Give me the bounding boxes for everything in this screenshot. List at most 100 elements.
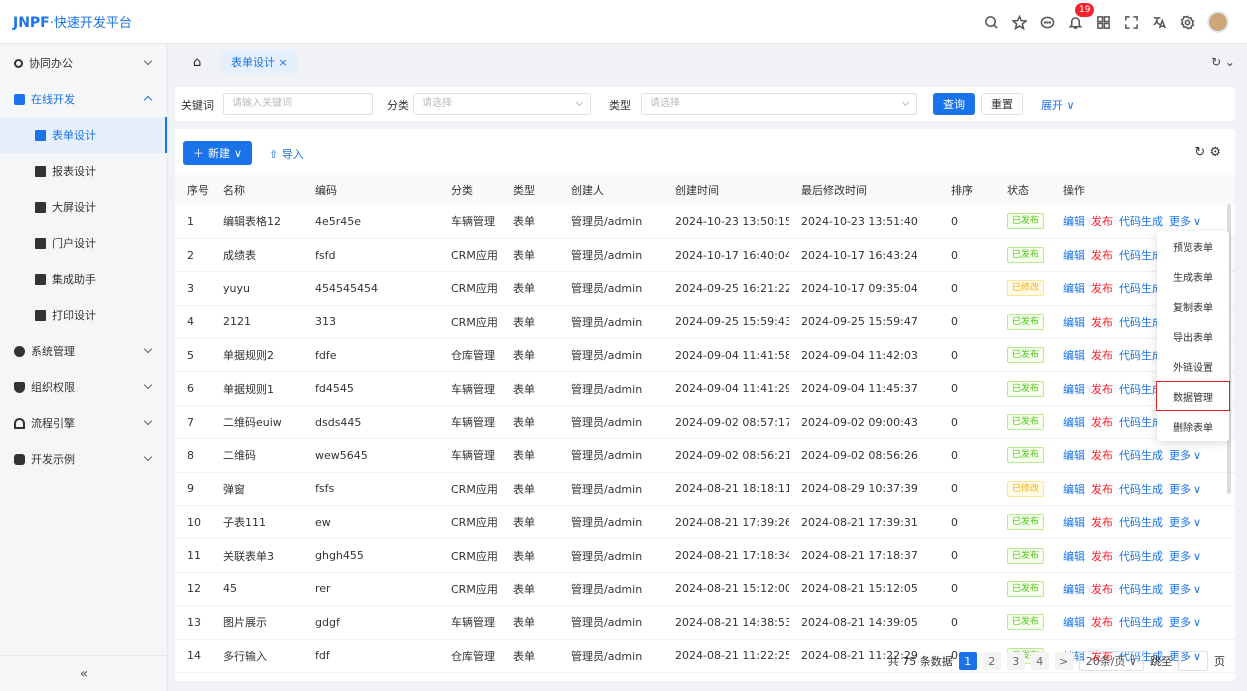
keyword-input[interactable]: 请输入关键词 bbox=[223, 93, 373, 115]
goto-page-input[interactable] bbox=[1178, 651, 1208, 671]
edit-link[interactable]: 编辑 bbox=[1063, 516, 1085, 529]
collapse-sidebar-button[interactable]: « bbox=[0, 655, 168, 691]
edit-link[interactable]: 编辑 bbox=[1063, 483, 1085, 496]
sidebar-subitem-portal-design[interactable]: 门户设计 bbox=[0, 225, 167, 261]
new-button[interactable]: ＋ 新建 ∨ bbox=[183, 141, 253, 165]
publish-link[interactable]: 发布 bbox=[1091, 215, 1113, 228]
publish-link[interactable]: 发布 bbox=[1091, 483, 1113, 496]
codegen-link[interactable]: 代码生成 bbox=[1119, 449, 1163, 462]
home-icon[interactable]: ⌂ bbox=[193, 55, 201, 70]
more-link[interactable]: 更多 bbox=[1169, 449, 1191, 462]
query-button[interactable]: 查询 bbox=[933, 93, 975, 115]
table-cell: 表单 bbox=[501, 572, 559, 607]
page-3[interactable]: 3 bbox=[1006, 652, 1025, 670]
page-size-select[interactable]: 20条/页 ∨ bbox=[1078, 651, 1144, 671]
sidebar-item-online-dev[interactable]: 在线开发 bbox=[0, 81, 167, 117]
translate-icon[interactable] bbox=[1145, 10, 1173, 34]
more-link[interactable]: 更多 bbox=[1169, 550, 1191, 563]
sidebar-subitem-screen-design[interactable]: 大屏设计 bbox=[0, 189, 167, 225]
apps-icon[interactable] bbox=[1089, 10, 1117, 34]
more-link[interactable]: 更多 bbox=[1169, 483, 1191, 496]
menu-item[interactable]: 预览表单 bbox=[1157, 231, 1229, 261]
table-cell: 管理员/admin bbox=[559, 271, 663, 306]
more-link[interactable]: 更多 bbox=[1169, 616, 1191, 629]
more-link[interactable]: 更多 bbox=[1169, 583, 1191, 596]
publish-link[interactable]: 发布 bbox=[1091, 383, 1113, 396]
sidebar-item-collab[interactable]: 协同办公 bbox=[0, 45, 167, 81]
page-4[interactable]: 4 bbox=[1030, 652, 1049, 670]
menu-item[interactable]: 外链设置 bbox=[1157, 351, 1229, 381]
sidebar-subitem-report-design[interactable]: 报表设计 bbox=[0, 153, 167, 189]
sidebar-item-system[interactable]: 系统管理 bbox=[0, 333, 167, 369]
publish-link[interactable]: 发布 bbox=[1091, 616, 1113, 629]
user-avatar[interactable] bbox=[1207, 11, 1229, 33]
reset-button[interactable]: 重置 bbox=[981, 93, 1023, 115]
app-logo[interactable]: JNPF·快速开发平台 bbox=[13, 12, 132, 31]
tab-form-design[interactable]: 表单设计 × bbox=[221, 50, 298, 74]
publish-link[interactable]: 发布 bbox=[1091, 282, 1113, 295]
publish-link[interactable]: 发布 bbox=[1091, 550, 1113, 563]
next-page-button[interactable]: > bbox=[1054, 652, 1073, 670]
menu-item[interactable]: 数据管理 bbox=[1156, 381, 1230, 411]
menu-item[interactable]: 导出表单 bbox=[1157, 321, 1229, 351]
codegen-link[interactable]: 代码生成 bbox=[1119, 616, 1163, 629]
codegen-link[interactable]: 代码生成 bbox=[1119, 215, 1163, 228]
table-settings-icon[interactable]: ↻ ⚙ bbox=[1194, 145, 1221, 160]
status-badge: 已发布 bbox=[1007, 547, 1045, 564]
edit-link[interactable]: 编辑 bbox=[1063, 583, 1085, 596]
refresh-icon[interactable]: ↻ ⌄ bbox=[1211, 55, 1235, 69]
sidebar-subitem-print-design[interactable]: 打印设计 bbox=[0, 297, 167, 333]
table-cell: 2024-08-21 14:38:53 bbox=[663, 605, 789, 640]
edit-link[interactable]: 编辑 bbox=[1063, 616, 1085, 629]
page-1[interactable]: 1 bbox=[958, 652, 977, 670]
edit-link[interactable]: 编辑 bbox=[1063, 349, 1085, 362]
codegen-link[interactable]: 代码生成 bbox=[1119, 483, 1163, 496]
menu-item[interactable]: 删除表单 bbox=[1157, 411, 1229, 441]
edit-link[interactable]: 编辑 bbox=[1063, 383, 1085, 396]
table-cell: fd4545 bbox=[303, 371, 439, 406]
codegen-link[interactable]: 代码生成 bbox=[1119, 583, 1163, 596]
edit-link[interactable]: 编辑 bbox=[1063, 282, 1085, 295]
type-select[interactable]: 请选择 bbox=[641, 93, 917, 115]
actions-cell: 编辑发布代码生成更多∨ bbox=[1051, 505, 1235, 540]
filter-bar: 关键词 请输入关键词 分类 请选择 类型 请选择 查询 重置 展开 ∨ bbox=[175, 87, 1235, 121]
publish-link[interactable]: 发布 bbox=[1091, 416, 1113, 429]
edit-link[interactable]: 编辑 bbox=[1063, 249, 1085, 262]
edit-link[interactable]: 编辑 bbox=[1063, 316, 1085, 329]
settings-icon[interactable] bbox=[1173, 10, 1201, 34]
edit-link[interactable]: 编辑 bbox=[1063, 550, 1085, 563]
fullscreen-icon[interactable] bbox=[1117, 10, 1145, 34]
import-button[interactable]: ⇧ 导入 bbox=[269, 146, 304, 162]
sidebar-item-label: 流程引擎 bbox=[31, 417, 75, 430]
edit-link[interactable]: 编辑 bbox=[1063, 416, 1085, 429]
table-cell: 车辆管理 bbox=[439, 205, 501, 239]
codegen-link[interactable]: 代码生成 bbox=[1119, 516, 1163, 529]
publish-link[interactable]: 发布 bbox=[1091, 349, 1113, 362]
codegen-link[interactable]: 代码生成 bbox=[1119, 550, 1163, 563]
more-link[interactable]: 更多 bbox=[1169, 516, 1191, 529]
star-icon[interactable] bbox=[1005, 10, 1033, 34]
edit-link[interactable]: 编辑 bbox=[1063, 449, 1085, 462]
status-badge: 已发布 bbox=[1007, 514, 1045, 531]
more-link[interactable]: 更多 bbox=[1169, 215, 1191, 228]
publish-link[interactable]: 发布 bbox=[1091, 249, 1113, 262]
publish-link[interactable]: 发布 bbox=[1091, 316, 1113, 329]
category-select[interactable]: 请选择 bbox=[413, 93, 591, 115]
bell-icon[interactable]: 19 bbox=[1061, 3, 1095, 34]
edit-link[interactable]: 编辑 bbox=[1063, 215, 1085, 228]
chevron-down-icon bbox=[575, 98, 584, 107]
expand-link[interactable]: 展开 ∨ bbox=[1041, 97, 1075, 113]
menu-item[interactable]: 复制表单 bbox=[1157, 291, 1229, 321]
publish-link[interactable]: 发布 bbox=[1091, 583, 1113, 596]
sidebar-item-flow[interactable]: 流程引擎 bbox=[0, 405, 167, 441]
menu-item[interactable]: 生成表单 bbox=[1157, 261, 1229, 291]
page-2[interactable]: 2 bbox=[982, 652, 1001, 670]
publish-link[interactable]: 发布 bbox=[1091, 516, 1113, 529]
sidebar-item-org[interactable]: 组织权限 bbox=[0, 369, 167, 405]
publish-link[interactable]: 发布 bbox=[1091, 449, 1113, 462]
sidebar-subitem-form-design[interactable]: 表单设计 bbox=[0, 117, 167, 153]
sidebar-subitem-integration[interactable]: 集成助手 bbox=[0, 261, 167, 297]
sidebar-item-examples[interactable]: 开发示例 bbox=[0, 441, 167, 477]
search-icon[interactable] bbox=[977, 10, 1005, 34]
chat-icon[interactable] bbox=[1033, 10, 1061, 34]
